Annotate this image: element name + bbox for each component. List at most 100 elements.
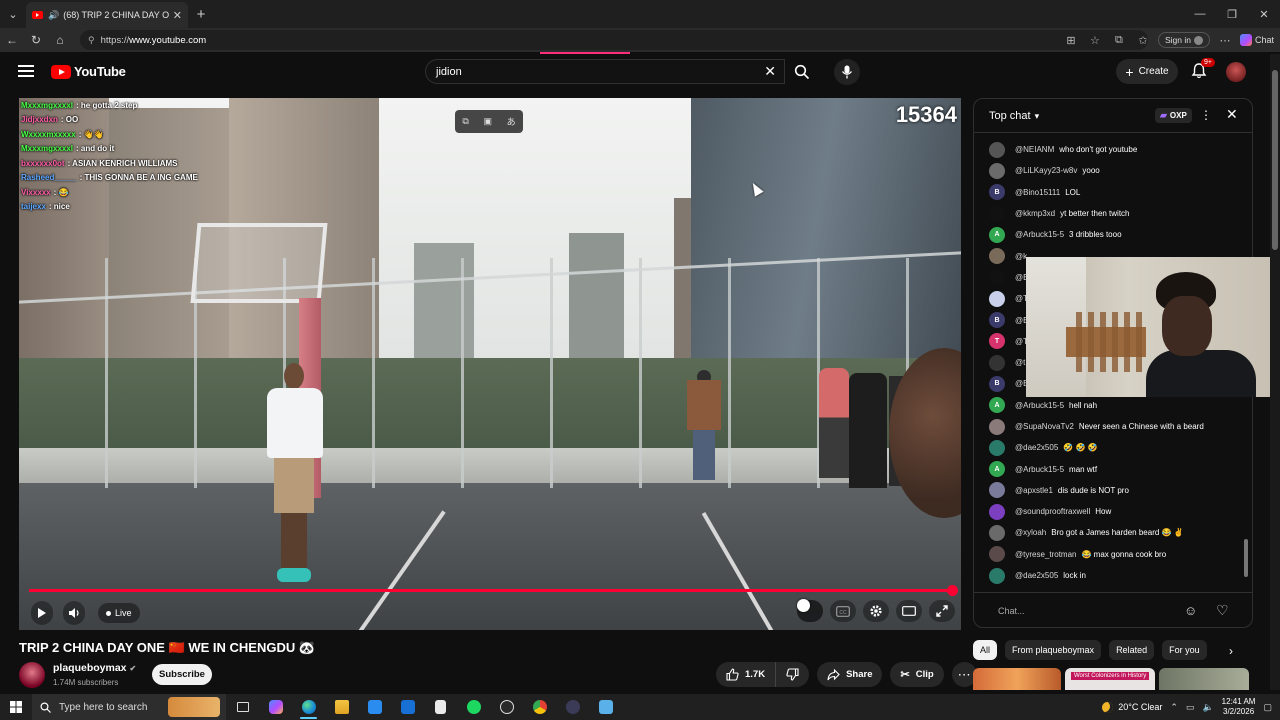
chat-author-name[interactable]: @NEIANM [1015, 145, 1054, 154]
chat-author-avatar[interactable] [989, 354, 1005, 371]
chat-message[interactable]: @NEIANM who don't got youtube [974, 139, 1242, 160]
chrome-button[interactable] [523, 694, 556, 720]
search-button[interactable] [785, 59, 819, 84]
chat-author-avatar[interactable] [989, 567, 1005, 584]
chat-message[interactable]: A @Arbuck15-5 hell nah [974, 395, 1242, 416]
url-field[interactable]: ⚲ https://www.youtube.com [80, 30, 1148, 50]
chat-author-avatar[interactable] [989, 482, 1005, 499]
close-chat-icon[interactable]: ✕ [1226, 106, 1238, 123]
related-video-thumbnail[interactable] [1159, 668, 1249, 690]
clear-search-icon[interactable]: ✕ [764, 63, 776, 80]
dislike-button[interactable] [776, 662, 810, 687]
notification-center-icon[interactable]: ▢ [1263, 702, 1272, 713]
picture-in-picture-icon[interactable]: ⧉ [462, 116, 468, 127]
chat-author-name[interactable]: @t [1015, 358, 1025, 367]
spotify-button[interactable] [457, 694, 490, 720]
page-scrollbar[interactable] [1270, 54, 1280, 690]
chat-author-name[interactable]: @Arbuck15-5 [1015, 401, 1064, 410]
chat-author-name[interactable]: @tyrese_trotman [1015, 550, 1076, 559]
related-video-thumbnail[interactable]: Worst Colonizers in History [1065, 668, 1155, 690]
chat-author-avatar[interactable]: A [989, 226, 1005, 243]
chat-author-avatar[interactable] [989, 418, 1005, 435]
favorites-icon[interactable]: ✩ [1134, 34, 1152, 47]
chat-message[interactable]: A @Arbuck15-5 man wtf [974, 458, 1242, 479]
home-icon[interactable]: ⌂ [48, 33, 72, 47]
chat-author-avatar[interactable] [989, 290, 1005, 307]
create-button[interactable]: + Create [1116, 59, 1178, 84]
chat-author-name[interactable]: @soundprooftraxwell [1015, 507, 1090, 516]
oxp-badge[interactable]: ▰ OXP [1155, 108, 1192, 123]
search-input[interactable]: jidion ✕ [425, 59, 785, 84]
chat-author-name[interactable]: @Arbuck15-5 [1015, 230, 1064, 239]
channel-name-link[interactable]: plaqueboymax ✔ [53, 662, 136, 674]
notepad-button[interactable] [424, 694, 457, 720]
copilot-taskbar-button[interactable] [259, 694, 292, 720]
video-player[interactable]: Mxxxmgxxxxl: he gotta 2 step Jidjxxdxn: … [19, 98, 961, 630]
volume-tray-icon[interactable]: 🔈 [1202, 702, 1213, 713]
speaker-icon[interactable]: 🔊 [48, 10, 59, 21]
chat-author-name[interactable]: @kkmp3xd [1015, 209, 1055, 218]
browser-menu-icon[interactable]: ⋯ [1216, 34, 1234, 47]
app-available-icon[interactable]: ⊞ [1062, 34, 1080, 47]
copilot-chat-button[interactable]: Chat [1239, 34, 1274, 46]
chat-author-name[interactable]: @Arbuck15-5 [1015, 465, 1064, 474]
chat-author-name[interactable]: @apxstle1 [1015, 486, 1053, 495]
chat-author-name[interactable]: @SupaNovaTv2 [1015, 422, 1074, 431]
new-tab-button[interactable]: + [188, 6, 214, 23]
progress-scrubber-handle[interactable] [947, 585, 958, 596]
chat-author-avatar[interactable] [989, 141, 1005, 158]
chat-author-avatar[interactable] [989, 162, 1005, 179]
video-overlay-icon[interactable]: ▣ [483, 116, 492, 127]
chat-author-name[interactable]: @dae2x505 [1015, 443, 1058, 452]
chip-all[interactable]: All [973, 640, 998, 660]
chat-author-avatar[interactable] [989, 503, 1005, 520]
play-button[interactable] [31, 601, 53, 625]
captions-button[interactable]: CC [830, 600, 856, 622]
chat-author-avatar[interactable]: A [989, 397, 1005, 414]
site-info-icon[interactable]: ⚲ [88, 35, 95, 46]
settings-button[interactable] [863, 600, 889, 622]
start-button[interactable] [0, 694, 32, 720]
notifications-button[interactable]: 9+ [1190, 58, 1215, 82]
chat-message[interactable]: @tyrese_trotman 😂 max gonna cook bro [974, 544, 1242, 565]
app-button[interactable] [556, 694, 589, 720]
fullscreen-exit-button[interactable] [929, 600, 955, 622]
sign-in-button[interactable]: Sign in [1157, 32, 1210, 48]
chevron-up-icon[interactable]: ⌃ [1170, 702, 1178, 713]
chat-input[interactable]: Chat... ☺ ♡ [974, 592, 1252, 627]
volume-button[interactable] [63, 601, 85, 625]
chat-more-options-icon[interactable]: ⋮ [1200, 108, 1212, 122]
chat-author-name[interactable]: @xyloah [1015, 528, 1046, 537]
clock[interactable]: 12:41 AM 3/2/2026 [1222, 697, 1256, 717]
chip-from-channel[interactable]: From plaqueboymax [1005, 640, 1102, 660]
youtube-logo[interactable]: YouTube [51, 64, 126, 79]
chip-for-you[interactable]: For you [1162, 640, 1207, 660]
theater-mode-button[interactable] [896, 600, 922, 622]
tab-actions-menu-icon[interactable]: ⌄ [0, 0, 26, 28]
file-explorer-button[interactable] [325, 694, 358, 720]
chat-message[interactable]: @dae2x505 lock in [974, 565, 1242, 586]
chat-author-avatar[interactable] [989, 248, 1005, 265]
video-progress-bar[interactable] [29, 585, 958, 596]
voice-search-button[interactable] [834, 59, 860, 85]
chat-author-name[interactable]: @dae2x505 [1015, 571, 1058, 580]
task-view-button[interactable] [226, 694, 259, 720]
chat-message[interactable]: @kkmp3xd yt better then twitch [974, 203, 1242, 224]
chat-author-avatar[interactable]: T [989, 333, 1005, 350]
like-button[interactable]: 1.7K [716, 662, 777, 687]
chat-message[interactable]: @SupaNovaTv2 Never seen a Chinese with a … [974, 416, 1242, 437]
mail-button[interactable] [391, 694, 424, 720]
guide-menu-icon[interactable] [18, 65, 34, 77]
related-video-thumbnail[interactable] [973, 668, 1061, 690]
refresh-icon[interactable]: ↻ [24, 33, 48, 47]
browser-tab-active[interactable]: 🔊 (68) TRIP 2 CHINA DAY ONE 🇨🇳 ✕ [26, 2, 188, 28]
app-button[interactable] [589, 694, 622, 720]
chat-author-avatar[interactable]: B [989, 184, 1005, 201]
chat-author-avatar[interactable] [989, 546, 1005, 563]
favorite-star-icon[interactable]: ☆ [1086, 34, 1104, 47]
chat-author-avatar[interactable] [989, 269, 1005, 286]
chat-author-name[interactable]: @LiLKayy23-w8v [1015, 166, 1077, 175]
network-icon[interactable]: ▭ [1186, 702, 1195, 713]
chat-message[interactable]: B @Bino15111 LOL [974, 182, 1242, 203]
subscribe-button[interactable]: Subscribe [152, 664, 212, 685]
